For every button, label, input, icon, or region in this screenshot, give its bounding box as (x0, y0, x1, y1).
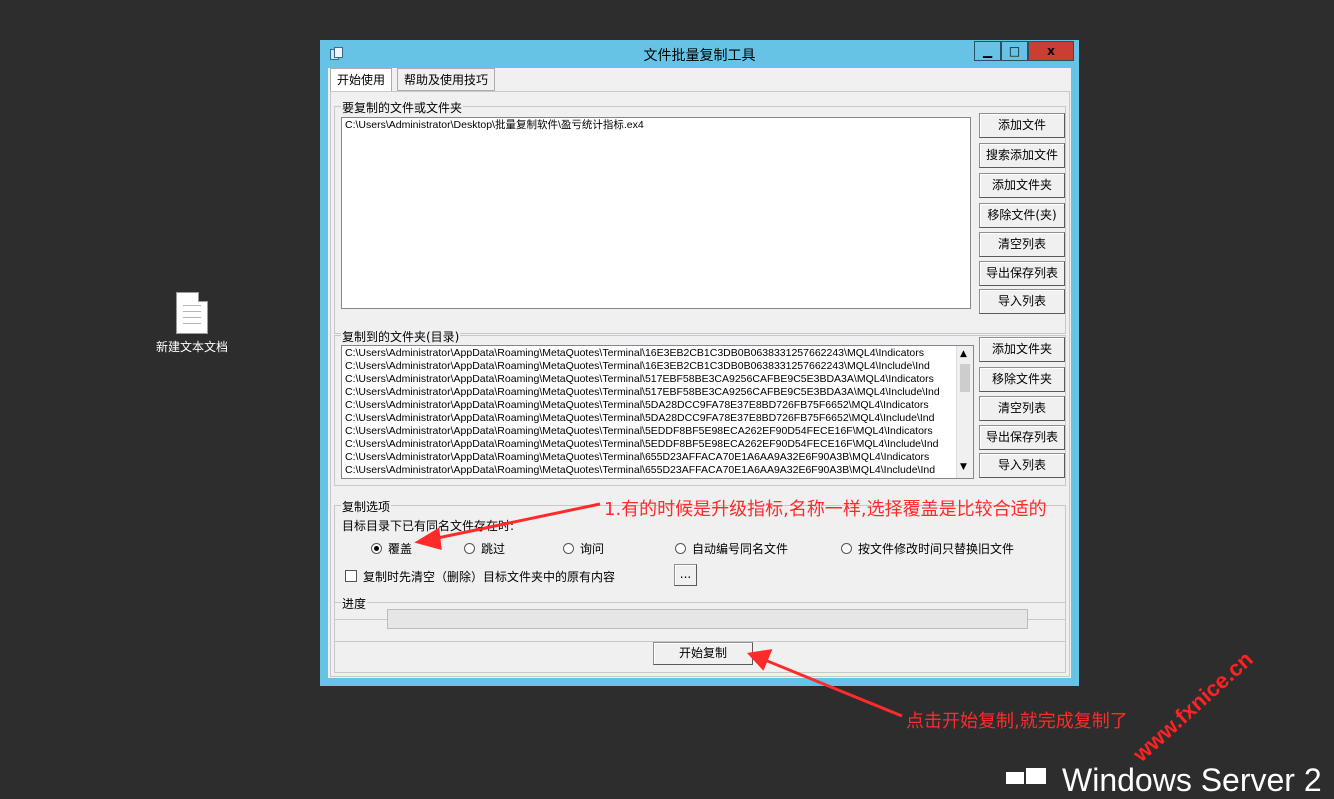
arrow-line-1 (427, 502, 601, 542)
annotation-note-1: 1.有的时候是升级指标,名称一样,选择覆盖是比较合适的 (604, 499, 1047, 520)
annotation-note-2: 点击开始复制,就完成复制了 (906, 711, 1128, 732)
arrowhead-1 (414, 527, 442, 551)
arrow-line-2 (759, 656, 903, 718)
arrowhead-2 (746, 649, 773, 671)
annotation-arrows (414, 502, 903, 718)
